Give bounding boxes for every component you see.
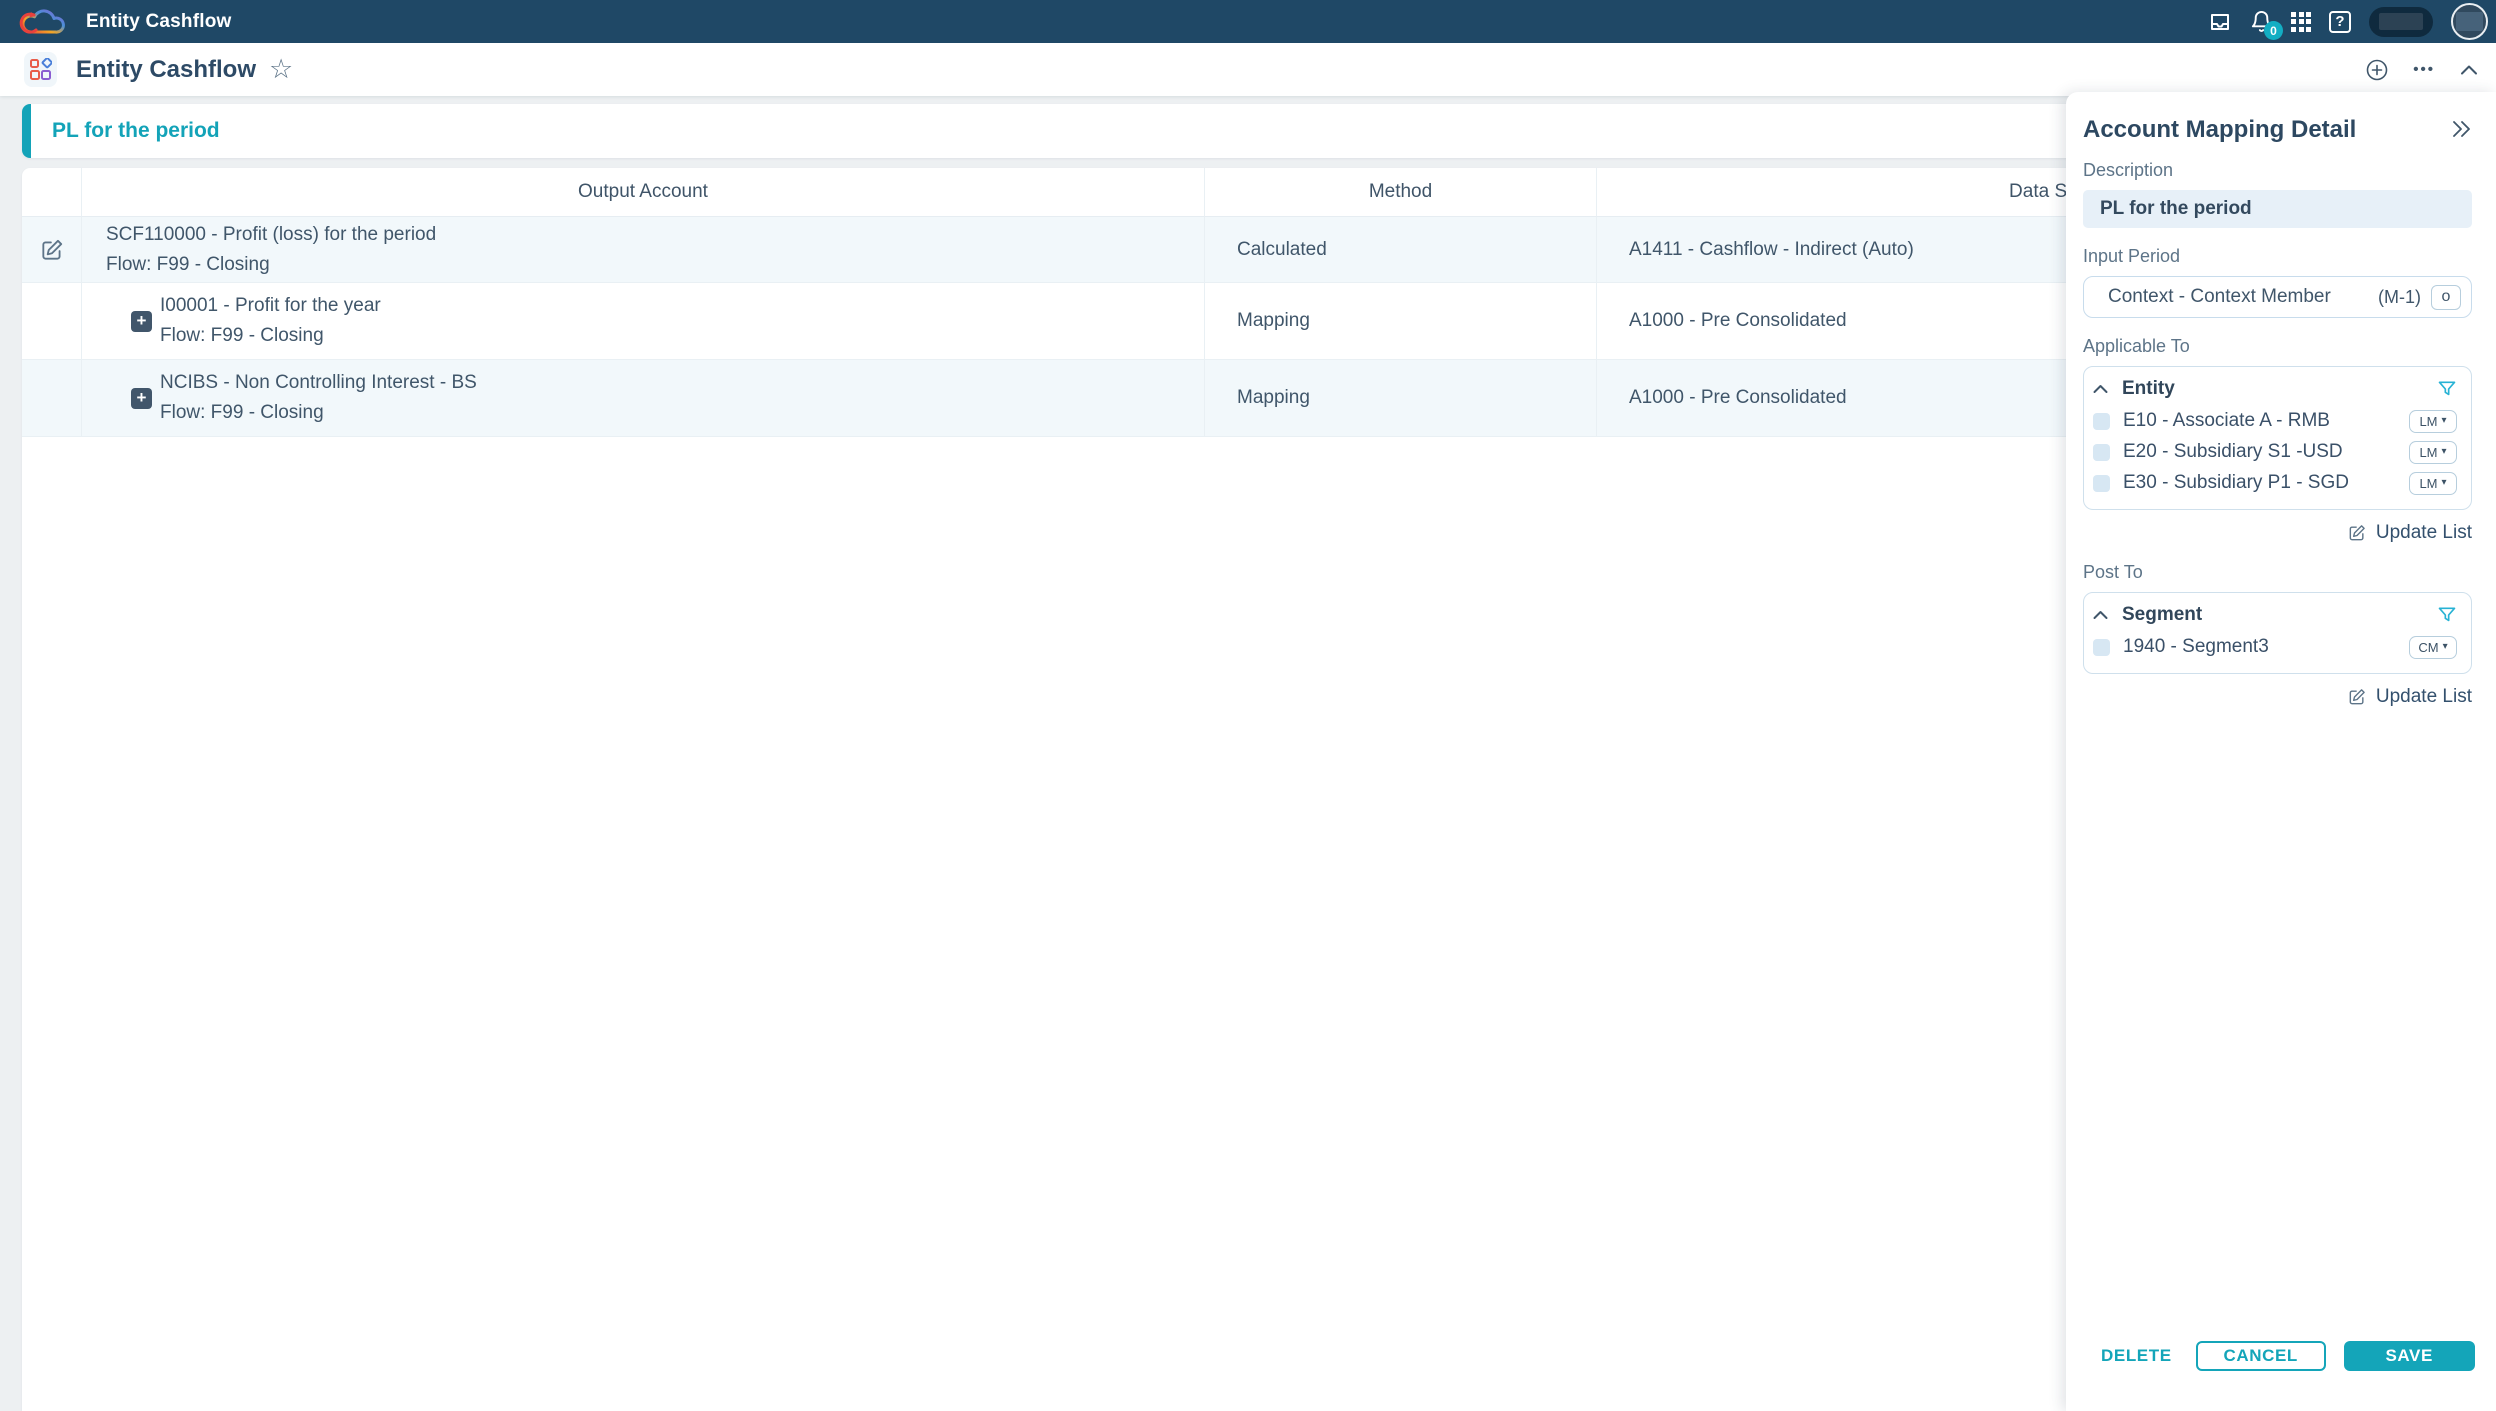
filter-funnel-icon[interactable] — [2437, 379, 2457, 399]
section-title: PL for the period — [52, 119, 220, 142]
description-label: Description — [2083, 160, 2174, 180]
col-header-method[interactable]: Method — [1205, 168, 1597, 217]
output-account-name: SCF110000 - Profit (loss) for the period — [106, 223, 437, 245]
input-period-value: Context - Context Member — [2108, 286, 2331, 307]
input-period-label: Input Period — [2083, 246, 2181, 266]
entity-update-list-link[interactable]: Update List — [2083, 522, 2472, 544]
notification-badge: 0 — [2264, 21, 2283, 40]
page-title: Entity Cashflow — [76, 55, 257, 83]
section-accent-bar — [22, 104, 31, 158]
entity-checkbox[interactable] — [2093, 412, 2110, 430]
add-icon[interactable] — [2366, 59, 2388, 81]
notifications-bell-icon[interactable]: 0 — [2250, 10, 2283, 40]
account-mapping-detail-panel: Account Mapping Detail Description PL fo… — [2066, 92, 2496, 1411]
collapse-panel-icon[interactable] — [2450, 120, 2472, 138]
cancel-button[interactable]: CANCEL — [2195, 1341, 2326, 1371]
entity-group-title: Entity — [2122, 378, 2175, 399]
edit-row-icon[interactable] — [39, 237, 65, 263]
entity-tag-dropdown[interactable]: LM ▾ — [2409, 440, 2457, 464]
entity-group-box: Entity E10 - Associate A - RMB LM ▾ E20 -… — [2083, 366, 2472, 510]
navbar-right-icons: 0 ? — [2208, 3, 2496, 40]
caret-down-icon: ▾ — [2441, 446, 2447, 457]
caret-down-icon: ▾ — [2442, 641, 2448, 652]
entity-item: E10 - Associate A - RMB LM ▾ — [2093, 408, 2457, 434]
expand-plus-icon[interactable]: + — [131, 387, 152, 409]
expand-plus-icon[interactable]: + — [131, 310, 152, 332]
method-cell: Mapping — [1205, 283, 1597, 360]
panel-title: Account Mapping Detail — [2083, 116, 2357, 143]
save-button[interactable]: SAVE — [2343, 1341, 2475, 1371]
entity-label: E10 - Associate A - RMB — [2123, 410, 2330, 431]
applicable-to-label: Applicable To — [2083, 336, 2190, 356]
collapse-segment-icon[interactable] — [2093, 610, 2108, 620]
entity-tag-dropdown[interactable]: LM ▾ — [2409, 471, 2457, 495]
collapse-chevron-up-icon[interactable] — [2460, 64, 2478, 76]
entity-tag-dropdown[interactable]: LM ▾ — [2409, 409, 2457, 433]
entity-item: E30 - Subsidiary P1 - SGD LM ▾ — [2093, 470, 2457, 496]
entity-label: E20 - Subsidiary S1 -USD — [2123, 441, 2343, 462]
navbar-app-title: Entity Cashflow — [86, 10, 232, 32]
output-account-flow: Flow: F99 - Closing — [160, 402, 324, 423]
output-account-name: NCIBS - Non Controlling Interest - BS — [160, 372, 477, 393]
segment-checkbox[interactable] — [2093, 638, 2110, 656]
segment-item: 1940 - Segment3 CM ▾ — [2093, 634, 2457, 660]
favorite-star-icon[interactable]: ☆ — [269, 56, 293, 83]
filter-funnel-icon[interactable] — [2437, 605, 2457, 625]
entity-checkbox[interactable] — [2093, 474, 2110, 492]
caret-down-icon: ▾ — [2441, 415, 2447, 426]
entity-checkbox[interactable] — [2093, 443, 2110, 461]
method-cell: Calculated — [1205, 217, 1597, 283]
segment-group-box: Segment 1940 - Segment3 CM ▾ — [2083, 592, 2472, 674]
user-name-pill[interactable] — [2369, 6, 2433, 37]
caret-down-icon: ▾ — [2441, 477, 2447, 488]
user-name-redacted — [2379, 13, 2423, 30]
delete-button[interactable]: DELETE — [2101, 1346, 2172, 1366]
method-cell: Mapping — [1205, 360, 1597, 437]
page-header-bar: Entity Cashflow ☆ ••• — [0, 43, 2496, 96]
segment-update-list-link[interactable]: Update List — [2083, 686, 2472, 708]
page-actions: ••• — [2366, 59, 2496, 81]
top-navbar: Entity Cashflow 0 ? — [0, 0, 2496, 43]
panel-action-buttons: DELETE CANCEL SAVE — [2066, 1341, 2496, 1371]
output-account-flow: Flow: F99 - Closing — [106, 253, 270, 275]
more-options-icon[interactable]: ••• — [2413, 61, 2435, 78]
description-input[interactable]: PL for the period — [2083, 190, 2472, 228]
app-logo-icon[interactable] — [16, 3, 70, 41]
output-account-flow: Flow: F99 - Closing — [160, 325, 324, 346]
input-period-offset: (M-1) — [2378, 286, 2421, 307]
segment-group-title: Segment — [2122, 604, 2203, 625]
apps-grid-icon[interactable] — [2291, 11, 2311, 32]
segment-tag-dropdown[interactable]: CM ▾ — [2409, 635, 2457, 659]
output-account-name: I00001 - Profit for the year — [160, 295, 381, 316]
input-period-field[interactable]: Context - Context Member (M-1) o — [2083, 276, 2472, 318]
input-period-toggle-button[interactable]: o — [2431, 284, 2461, 310]
edit-pencil-icon — [2349, 525, 2365, 541]
segment-label: 1940 - Segment3 — [2123, 636, 2269, 657]
col-header-actions — [22, 168, 82, 217]
post-to-label: Post To — [2083, 562, 2143, 582]
page-app-icon[interactable] — [24, 52, 57, 87]
collapse-entity-icon[interactable] — [2093, 384, 2108, 394]
avatar-image — [2456, 12, 2483, 31]
inbox-tray-icon[interactable] — [2208, 10, 2232, 34]
entity-label: E30 - Subsidiary P1 - SGD — [2123, 472, 2349, 493]
help-icon[interactable]: ? — [2329, 10, 2351, 33]
entity-item: E20 - Subsidiary S1 -USD LM ▾ — [2093, 439, 2457, 465]
col-header-output-account[interactable]: Output Account — [82, 168, 1205, 217]
edit-pencil-icon — [2349, 689, 2365, 705]
avatar[interactable] — [2451, 3, 2488, 40]
